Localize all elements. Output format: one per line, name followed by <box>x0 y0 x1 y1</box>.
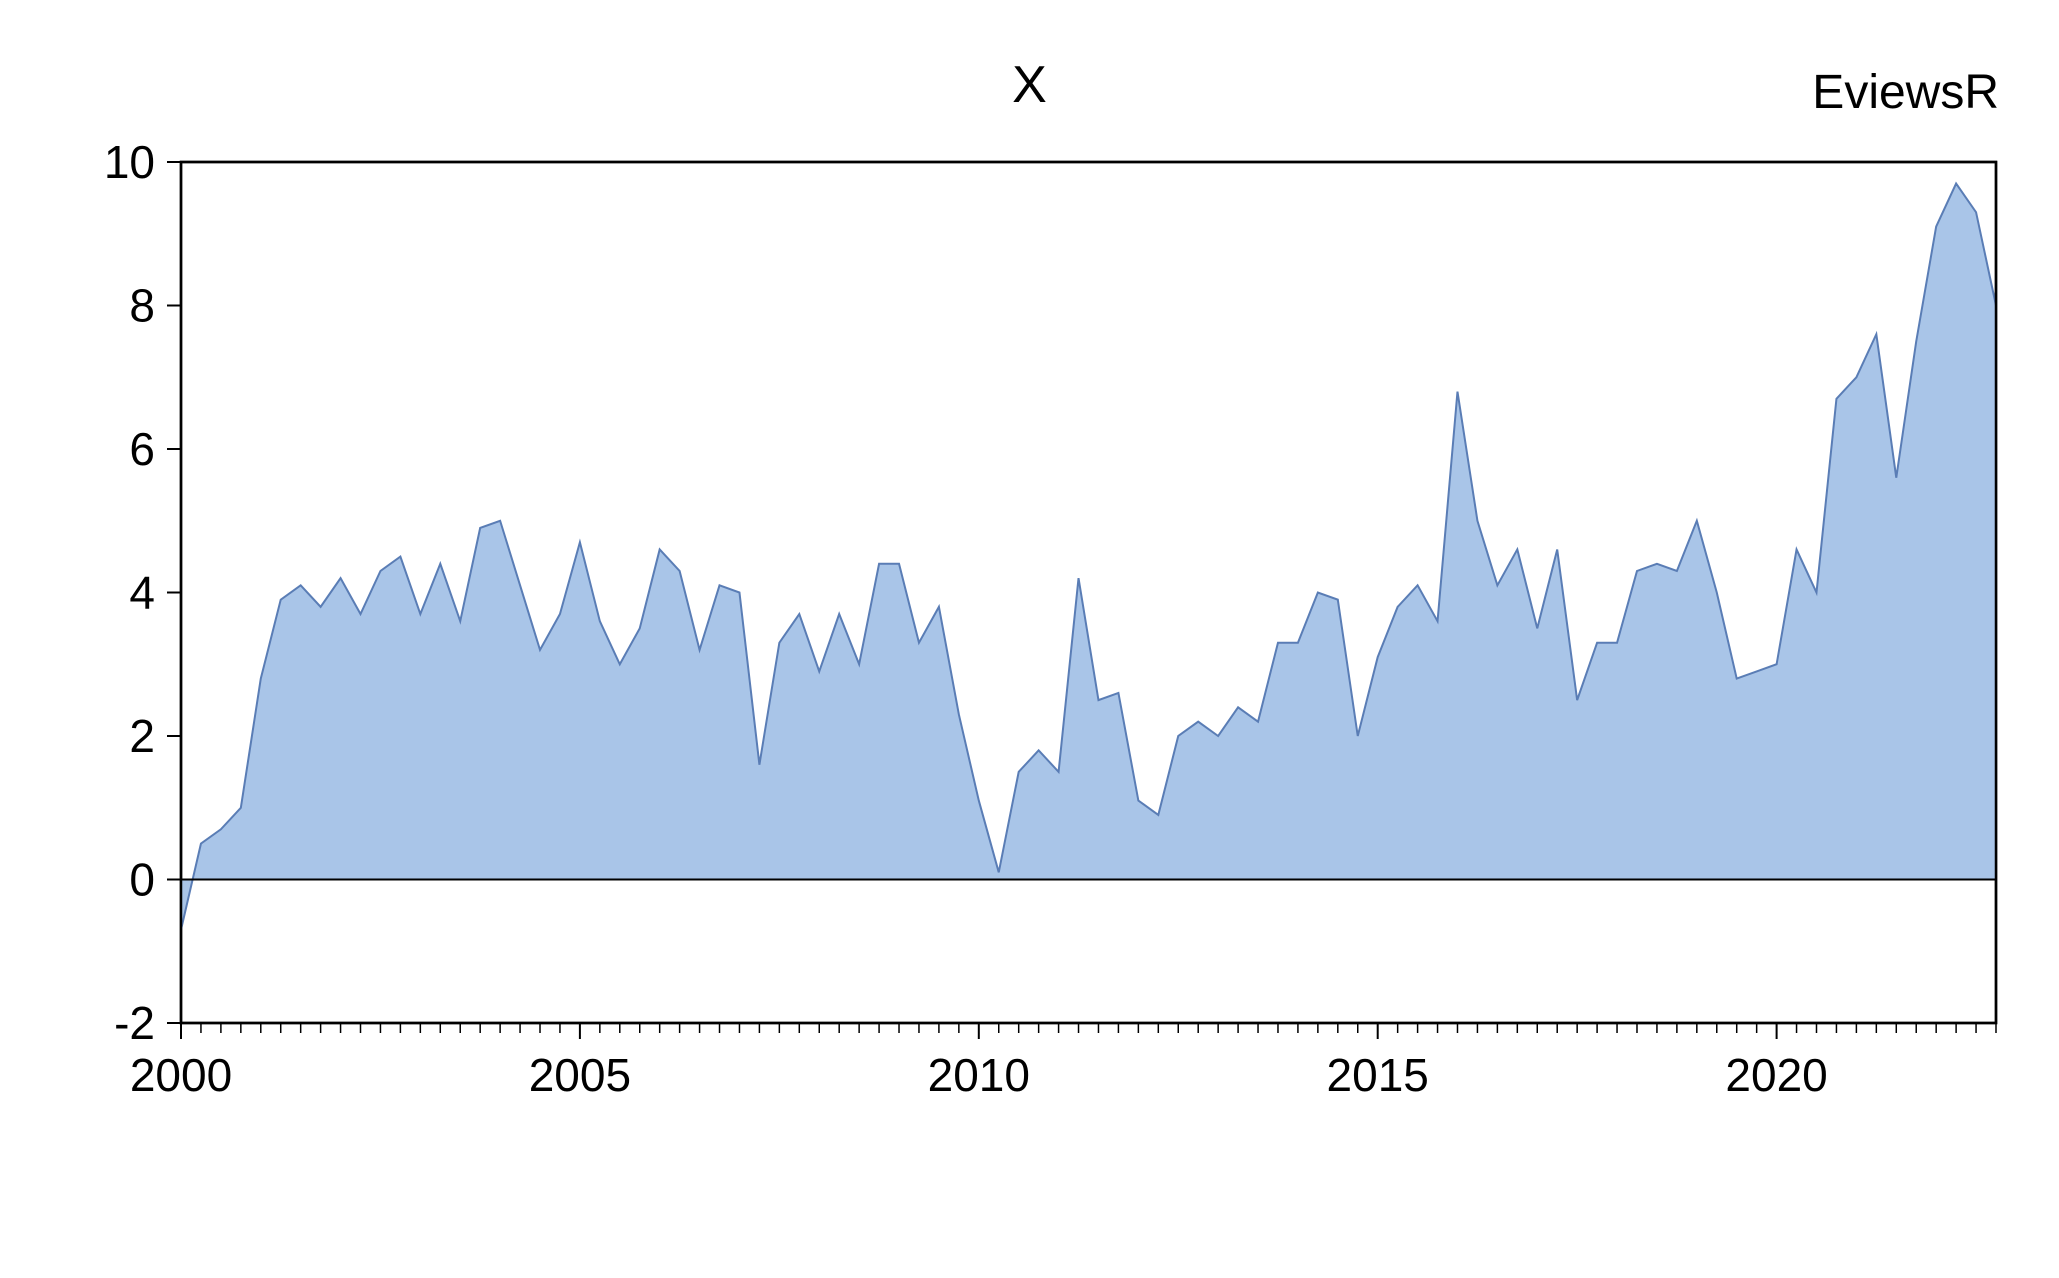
svg-text:6: 6 <box>129 423 155 475</box>
svg-text:10: 10 <box>104 136 155 188</box>
svg-text:2005: 2005 <box>529 1049 631 1101</box>
svg-text:2010: 2010 <box>928 1049 1030 1101</box>
svg-text:2000: 2000 <box>130 1049 232 1101</box>
svg-text:2020: 2020 <box>1725 1049 1827 1101</box>
chart-svg: -2 0 2 4 6 8 10 2000 2005 2010 2015 2020 <box>0 0 2059 1278</box>
svg-text:-2: -2 <box>114 997 155 1049</box>
svg-text:2015: 2015 <box>1327 1049 1429 1101</box>
svg-text:4: 4 <box>129 567 155 619</box>
svg-text:8: 8 <box>129 280 155 332</box>
svg-text:2: 2 <box>129 710 155 762</box>
svg-text:0: 0 <box>129 854 155 906</box>
chart-container: X EviewsR -2024681020002005201020152020 <box>0 0 2059 1278</box>
